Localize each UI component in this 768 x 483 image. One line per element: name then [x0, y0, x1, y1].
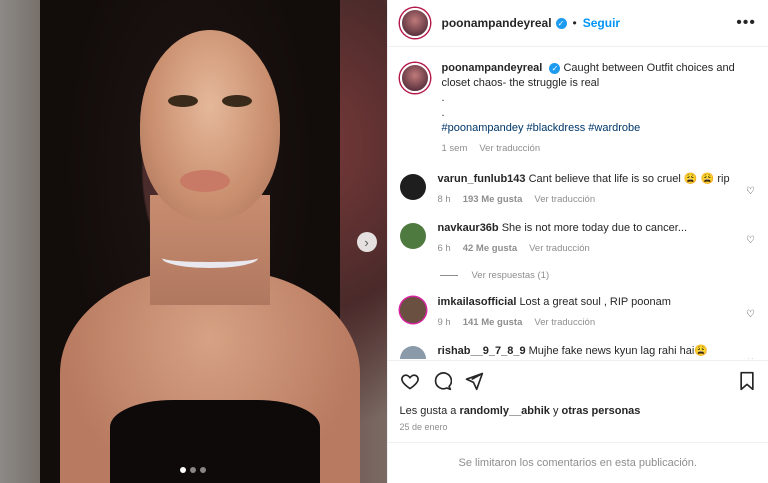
- comment-text: Cant believe that life is so cruel 😩 😩 r…: [528, 173, 730, 185]
- separator-dot: •: [572, 16, 577, 30]
- carousel-dot: [200, 467, 207, 473]
- caption-hashtags[interactable]: #poonampandey #blackdress #wardrobe: [442, 121, 757, 136]
- see-translation-link[interactable]: Ver traducción: [534, 315, 595, 330]
- see-translation-link[interactable]: Ver traducción: [534, 192, 595, 207]
- see-translation-link[interactable]: Ver traducción: [529, 241, 590, 256]
- comment-item: varun_funlub143 Cant believe that life i…: [388, 172, 768, 207]
- like-icon[interactable]: [400, 371, 420, 391]
- comment-likes[interactable]: 42 Me gusta: [463, 241, 517, 256]
- comment-username[interactable]: rishab__9_7_8_9: [438, 345, 526, 357]
- see-translation-link[interactable]: Ver traducción: [479, 141, 540, 156]
- comment-text: Lost a great soul , RIP poonam: [519, 296, 671, 308]
- post-image[interactable]: ›: [0, 0, 387, 483]
- comment-likes[interactable]: 141 Me gusta: [463, 315, 523, 330]
- avatar[interactable]: [399, 223, 426, 249]
- like-comment-icon[interactable]: ♡: [746, 309, 756, 330]
- carousel-indicator: [0, 467, 387, 473]
- share-icon[interactable]: [464, 371, 484, 391]
- post-date[interactable]: 25 de enero: [400, 422, 757, 432]
- liked-by-user[interactable]: randomly__abhik: [459, 405, 549, 417]
- caption-username[interactable]: poonampandeyreal: [442, 62, 543, 74]
- comment-username[interactable]: imkailasofficial: [438, 296, 517, 308]
- comment-item: navkaur36b She is not more today due to …: [388, 221, 768, 256]
- avatar[interactable]: [399, 346, 426, 359]
- follow-button[interactable]: Seguir: [583, 16, 620, 30]
- like-comment-icon[interactable]: ♡: [746, 358, 756, 359]
- chevron-right-icon: ›: [364, 234, 369, 250]
- carousel-dot: [190, 467, 197, 473]
- comment-likes[interactable]: 193 Me gusta: [463, 192, 523, 207]
- caption-time[interactable]: 1 sem: [442, 141, 468, 156]
- comments-limited-notice: Se limitaron los comentarios en esta pub…: [387, 442, 768, 483]
- likes-others-link[interactable]: otras personas: [562, 405, 641, 417]
- comment-text: She is not more today due to cancer...: [501, 222, 687, 234]
- caption: poonampandeyreal ✓ Caught between Outfit…: [388, 61, 768, 156]
- comments-list: poonampandeyreal ✓ Caught between Outfit…: [388, 47, 768, 359]
- next-image-button[interactable]: ›: [356, 232, 377, 252]
- comment-time[interactable]: 9 h: [438, 315, 451, 330]
- post-header: poonampandeyreal ✓ • Seguir •••: [387, 0, 768, 47]
- comment-username[interactable]: navkaur36b: [438, 222, 499, 234]
- avatar[interactable]: [399, 297, 426, 323]
- post-author-username[interactable]: poonampandeyreal: [442, 16, 552, 30]
- post-panel: poonampandeyreal ✓ • Seguir ••• poonampa…: [386, 0, 768, 483]
- like-comment-icon[interactable]: ♡: [746, 235, 756, 256]
- verified-badge-icon: ✓: [549, 62, 561, 74]
- like-comment-icon[interactable]: ♡: [746, 186, 756, 207]
- comment-text: Mujhe fake news kyun lag rahi hai😩: [528, 345, 709, 357]
- comment-icon[interactable]: [432, 371, 452, 391]
- more-options-icon[interactable]: •••: [736, 14, 756, 32]
- post-actions: Les gusta a randomly__abhik y otras pers…: [387, 360, 768, 432]
- caption-dot: .: [441, 92, 445, 104]
- likes-summary: Les gusta a randomly__abhik y otras pers…: [399, 405, 641, 417]
- view-replies-label: Ver respuestas (1): [471, 270, 550, 281]
- verified-badge-icon: ✓: [555, 17, 567, 29]
- avatar[interactable]: [399, 63, 430, 93]
- comment-item: imkailasofficial Lost a great soul , RIP…: [388, 295, 768, 330]
- caption-dot: .: [441, 107, 445, 119]
- comment-time[interactable]: 8 h: [438, 192, 451, 207]
- comment-username[interactable]: varun_funlub143: [438, 173, 526, 185]
- carousel-dot: [180, 467, 187, 473]
- avatar[interactable]: [399, 174, 426, 200]
- view-replies-button[interactable]: Ver respuestas (1): [388, 270, 768, 281]
- comment-item: rishab__9_7_8_9 Mujhe fake news kyun lag…: [388, 344, 768, 359]
- post-dialog: › poonampandeyreal ✓ • Seguir ••• poonam…: [0, 0, 768, 483]
- bookmark-icon[interactable]: [738, 371, 756, 391]
- avatar[interactable]: [399, 8, 430, 38]
- comment-time[interactable]: 6 h: [438, 241, 451, 256]
